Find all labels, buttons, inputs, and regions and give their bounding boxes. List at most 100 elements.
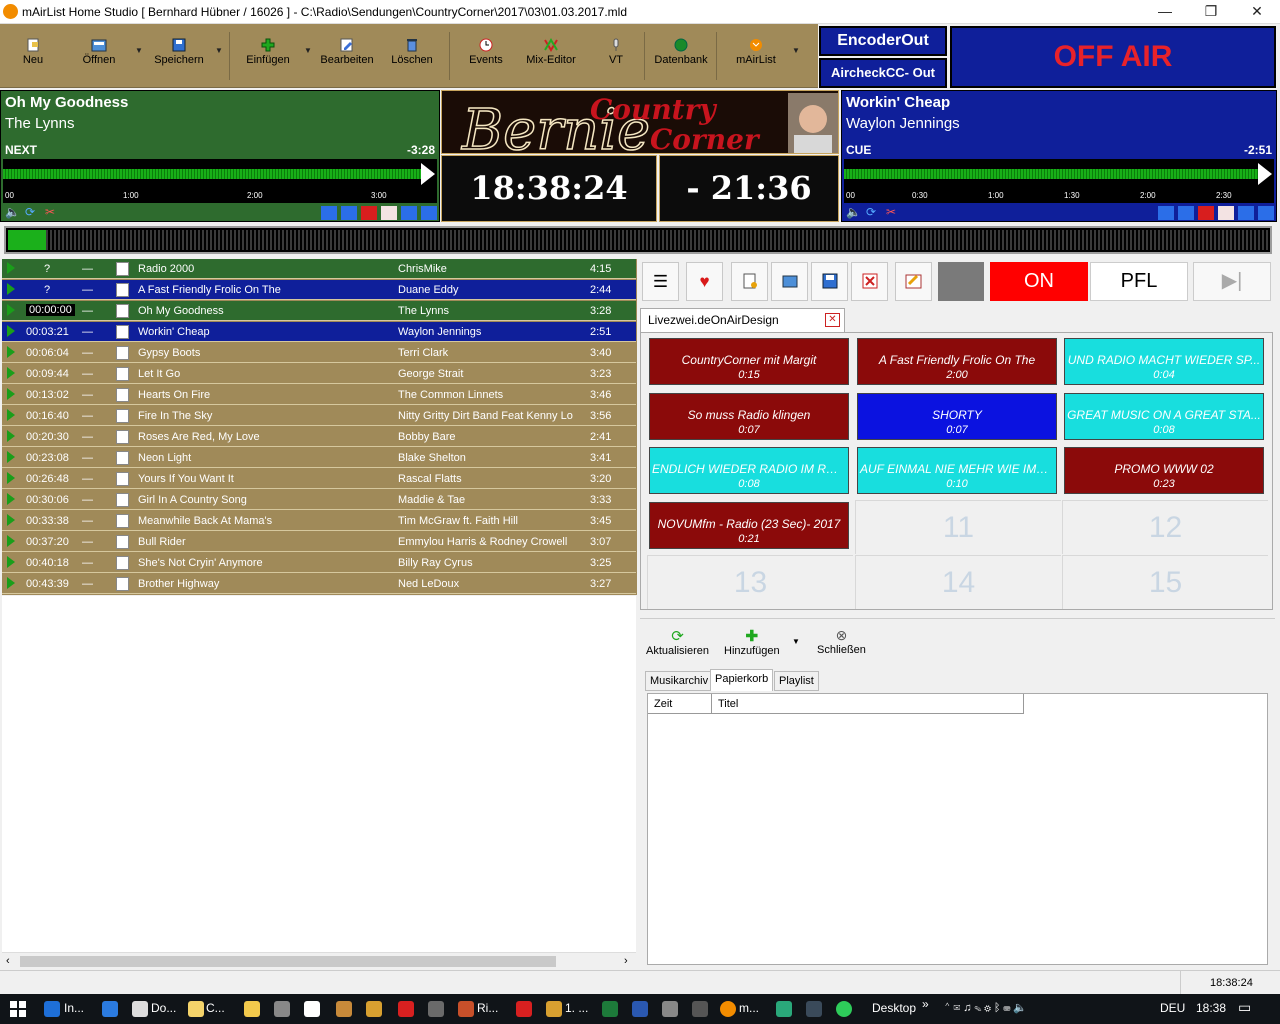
cart-save-button[interactable] <box>811 262 848 301</box>
playlist-row[interactable]: ? — A Fast Friendly Frolic On The Duane Edd… <box>2 280 636 300</box>
mairlist-menu-button[interactable]: mAirList <box>723 28 789 84</box>
paint-icon[interactable] <box>776 1001 792 1017</box>
empty-cart-slot[interactable]: 14 <box>855 555 1061 609</box>
minimize-button[interactable]: — <box>1142 0 1188 24</box>
taskbar-item-folder[interactable]: C... <box>206 1001 225 1015</box>
encoder-out-button[interactable]: EncoderOut <box>819 26 947 56</box>
cd-icon[interactable] <box>806 1001 822 1017</box>
tab-trash[interactable]: Papierkorb <box>710 669 774 691</box>
playlist-row[interactable]: 00:23:08 — Neon Light Blake Shelton 3:41 <box>2 448 636 468</box>
close-button[interactable]: ✕ <box>1234 0 1280 24</box>
playlist-row[interactable]: 00:40:18 — She's Not Cryin' Anymore Billy R… <box>2 553 636 573</box>
save-button[interactable]: Speichern <box>146 28 212 84</box>
rewind-button[interactable] <box>341 206 357 220</box>
edit-button[interactable]: Bearbeiten <box>314 28 380 84</box>
tool-icon[interactable] <box>366 1001 382 1017</box>
cartwall-tab[interactable]: Livezwei.deOnAirDesign ✕ <box>640 308 845 332</box>
pencil-icon[interactable] <box>546 1001 562 1017</box>
playlist-row[interactable]: 00:20:30 — Roses Are Red, My Love Bobby Bar… <box>2 427 636 447</box>
fade-button[interactable] <box>381 206 397 220</box>
cut-icon[interactable]: ✂ <box>45 205 55 219</box>
cart-new-button[interactable] <box>731 262 768 301</box>
playlist-row[interactable]: 00:16:40 — Fire In The Sky Nitty Gritty Dir… <box>2 406 636 426</box>
mix-editor-button[interactable]: Mix-Editor <box>518 28 584 84</box>
cart-button[interactable]: GREAT MUSIC ON A GREAT STA... 0:08 <box>1064 393 1264 440</box>
loop-icon[interactable]: ⟳ <box>25 205 35 219</box>
skip-next-button[interactable]: ▶| <box>1193 262 1271 301</box>
cart-open-button[interactable] <box>771 262 808 301</box>
desktop-toolbar-label[interactable]: Desktop <box>872 1001 916 1015</box>
eject-button[interactable] <box>1158 206 1174 220</box>
refresh-button[interactable]: ⟳ Aktualisieren <box>646 627 709 657</box>
column-header-title[interactable]: Titel <box>712 694 1024 714</box>
close-archive-button[interactable]: ⊗ Schließen <box>817 627 866 656</box>
eject-button[interactable] <box>321 206 337 220</box>
bird-icon[interactable] <box>692 1001 708 1017</box>
start-button[interactable] <box>10 1001 26 1017</box>
insert-dropdown-arrow[interactable]: ▼ <box>304 46 314 55</box>
playlist-row[interactable]: 00:33:38 — Meanwhile Back At Mama's Tim McG… <box>2 511 636 531</box>
playlist-row[interactable]: 00:30:06 — Girl In A Country Song Maddie & … <box>2 490 636 510</box>
playlist-row[interactable]: 00:26:48 — Yours If You Want It Rascal Flat… <box>2 469 636 489</box>
playlist-row[interactable]: 00:06:04 — Gypsy Boots Terri Clark 3:40 <box>2 343 636 363</box>
rip-icon[interactable] <box>458 1001 474 1017</box>
playlist-row[interactable]: 00:03:21 — Workin' Cheap Waylon Jennings 2:5… <box>2 322 636 342</box>
document-icon[interactable] <box>132 1001 148 1017</box>
cart-clear-button[interactable] <box>851 262 888 301</box>
cart-button[interactable]: ENDLICH WIEDER RADIO IM RAD... 0:08 <box>649 447 849 494</box>
add-dropdown-arrow[interactable]: ▼ <box>792 637 800 646</box>
language-indicator[interactable]: DEU <box>1160 1001 1185 1015</box>
play-button[interactable] <box>421 206 437 220</box>
calculator-icon[interactable] <box>428 1001 444 1017</box>
taskbar-item-edge[interactable]: In... <box>64 1001 84 1015</box>
internet-explorer-icon[interactable] <box>102 1001 118 1017</box>
player-b-waveform[interactable] <box>844 159 1274 189</box>
cart-button[interactable]: So muss Radio klingen 0:07 <box>649 393 849 440</box>
empty-cart-slot[interactable]: 13 <box>647 555 853 609</box>
film-icon[interactable] <box>336 1001 352 1017</box>
column-header-time[interactable]: Zeit <box>648 694 712 714</box>
cart-button[interactable]: A Fast Friendly Frolic On The 2:00 <box>857 338 1057 385</box>
pause-button[interactable] <box>1238 206 1254 220</box>
taskbar-item-document[interactable]: Do... <box>151 1001 176 1015</box>
pfl-button[interactable]: PFL <box>1090 262 1188 301</box>
maximize-button[interactable]: ❐ <box>1188 0 1234 24</box>
tab-playlist[interactable]: Playlist <box>774 671 819 691</box>
playlist-row[interactable]: 00:43:39 — Brother Highway Ned LeDoux 3:27 <box>2 574 636 594</box>
stop-sign-icon[interactable] <box>516 1001 532 1017</box>
playlist-row[interactable]: 00:13:02 — Hearts On Fire The Common Linnet… <box>2 385 636 405</box>
folder-icon[interactable] <box>188 1001 204 1017</box>
cart-button[interactable]: NOVUMfm - Radio (23 Sec)- 2017 0:21 <box>649 502 849 549</box>
aircheck-out-button[interactable]: AircheckCC- Out <box>819 58 947 88</box>
vt-button[interactable]: VT <box>583 28 649 84</box>
cart-edit-button[interactable] <box>895 262 932 301</box>
mairlist-dropdown-arrow[interactable]: ▼ <box>792 46 802 55</box>
add-button[interactable]: ✚ Hinzufügen <box>724 627 780 657</box>
cart-button[interactable]: CountryCorner mit Margit 0:15 <box>649 338 849 385</box>
whatsapp-icon[interactable] <box>836 1001 852 1017</box>
tray-icons[interactable]: ⌃ ✉ ♫ ✎ ⚙ ᛒ ⌨ 🔈 <box>944 1001 1027 1014</box>
rewind-button[interactable] <box>1178 206 1194 220</box>
cart-button[interactable]: SHORTY 0:07 <box>857 393 1057 440</box>
delete-button[interactable]: Löschen <box>379 28 445 84</box>
scrollbar-thumb[interactable] <box>20 956 556 967</box>
player-a-waveform[interactable] <box>3 159 437 189</box>
scroll-left-arrow[interactable]: ‹ <box>6 955 10 967</box>
empty-cart-slot[interactable]: 11 <box>855 500 1061 554</box>
new-button[interactable]: Neu <box>0 28 66 84</box>
notes-icon[interactable] <box>244 1001 260 1017</box>
word-icon[interactable] <box>304 1001 320 1017</box>
fade-button[interactable] <box>1218 206 1234 220</box>
taskbar-item-editor[interactable]: 1. ... <box>565 1001 588 1015</box>
open-button[interactable]: Öffnen <box>66 28 132 84</box>
insert-button[interactable]: Einfügen <box>235 28 301 84</box>
volume-icon[interactable]: 🔈 <box>846 205 861 219</box>
audio-icon[interactable] <box>632 1001 648 1017</box>
scroll-right-arrow[interactable]: › <box>624 955 628 967</box>
excel-icon[interactable] <box>602 1001 618 1017</box>
cart-button[interactable]: UND RADIO MACHT WIEDER SP... 0:04 <box>1064 338 1264 385</box>
app-icon[interactable] <box>662 1001 678 1017</box>
chevron-right-icon[interactable]: » <box>922 997 929 1011</box>
edge-icon[interactable] <box>44 1001 60 1017</box>
playlist-horizontal-scrollbar[interactable]: ‹ › <box>2 952 636 970</box>
